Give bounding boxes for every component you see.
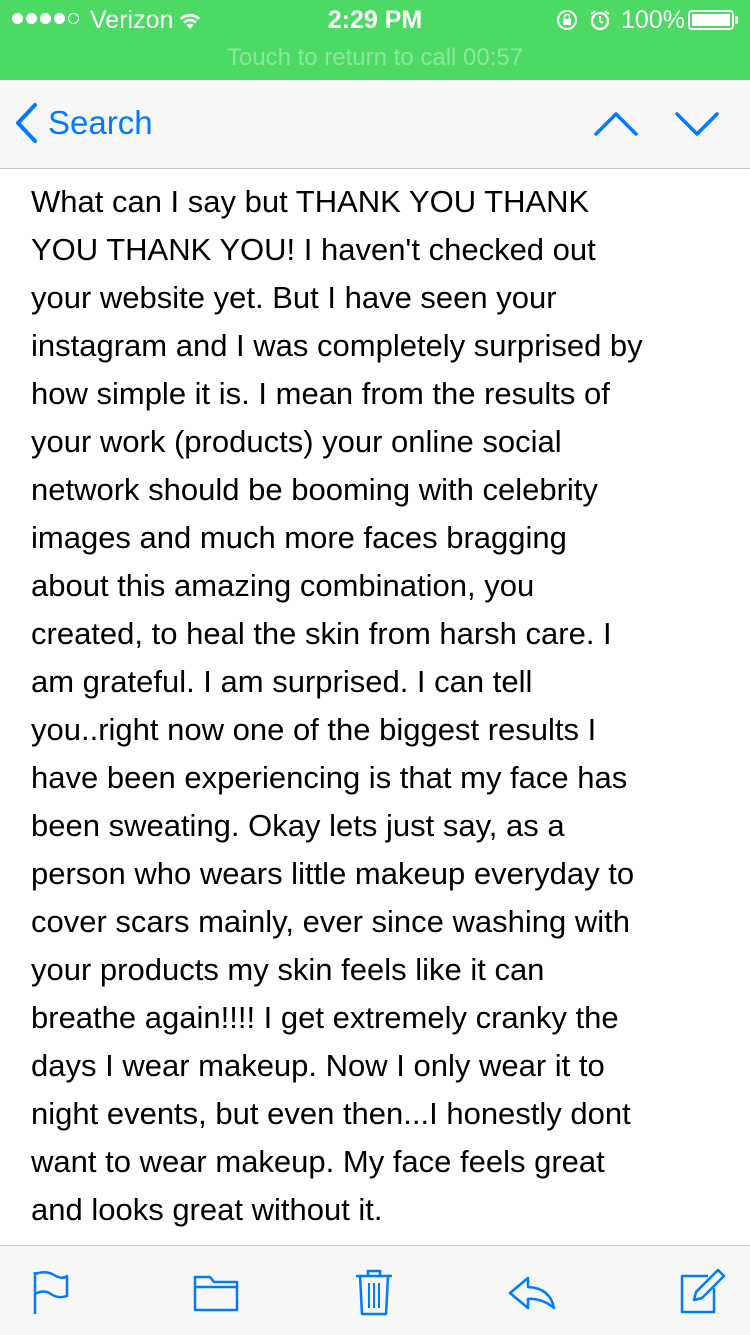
alarm-icon — [590, 10, 610, 31]
bottom-toolbar — [0, 1245, 750, 1335]
previous-message-button[interactable] — [592, 104, 640, 144]
next-message-button[interactable] — [673, 104, 721, 144]
chevron-left-icon — [16, 103, 37, 143]
reply-icon[interactable] — [508, 1268, 556, 1316]
folder-icon[interactable] — [192, 1268, 240, 1316]
flag-icon[interactable] — [26, 1268, 74, 1316]
rotation-lock-icon — [557, 10, 577, 30]
trash-icon[interactable] — [350, 1268, 398, 1316]
battery-icon — [688, 10, 734, 30]
status-row: Verizon 2:29 PM 100% — [0, 0, 750, 40]
back-button[interactable]: Search — [14, 98, 153, 148]
status-bar[interactable]: Verizon 2:29 PM 100% Touch to return to … — [0, 0, 750, 80]
return-to-call-banner[interactable]: Touch to return to call 00:57 — [0, 44, 750, 72]
navigation-bar: Search — [0, 80, 750, 169]
compose-icon[interactable] — [678, 1268, 726, 1316]
back-button-label: Search — [48, 104, 153, 141]
battery-percent: 100% — [621, 6, 685, 34]
message-body: What can I say but THANK YOU THANK YOU T… — [31, 184, 643, 1227]
battery-tip — [735, 16, 738, 24]
